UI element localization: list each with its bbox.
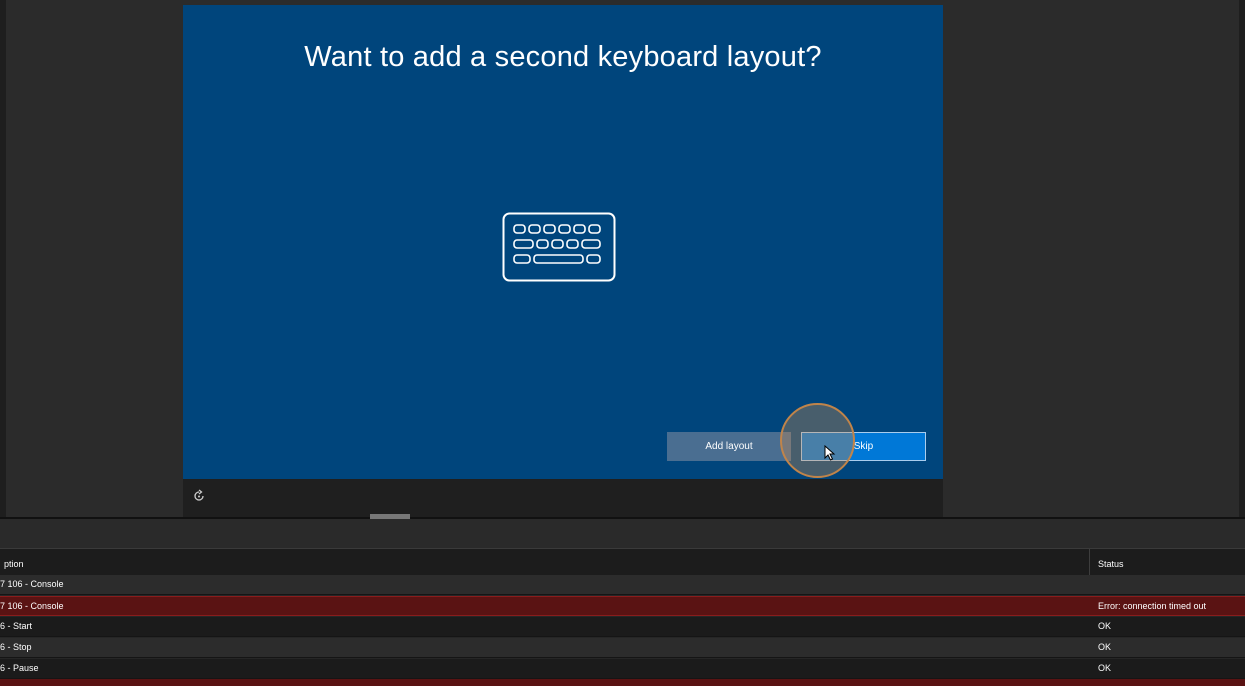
vm-bottom-bar: [183, 479, 943, 517]
left-edge: [0, 0, 6, 518]
vm-console-screen[interactable]: Want to add a second keyboard layout? Ad…: [183, 5, 943, 479]
keyboard-icon: [502, 212, 616, 282]
skip-button[interactable]: Skip: [801, 432, 926, 461]
row-description: 7 106 - Console: [0, 601, 64, 611]
row-description: 7 106 - Console: [0, 579, 64, 589]
mouse-cursor-icon: [824, 445, 836, 461]
table-row[interactable]: 7 106 - Console: [0, 575, 1245, 595]
panel-toolbar: [0, 519, 1245, 548]
table-row[interactable]: 6 - Pause OK: [0, 659, 1245, 679]
table-row[interactable]: 6 - Start OK: [0, 617, 1245, 637]
row-status: Error: connection timed out: [1098, 601, 1207, 611]
vm-viewer-area: Want to add a second keyboard layout? Ad…: [0, 0, 1245, 518]
page-title: Want to add a second keyboard layout?: [304, 41, 822, 73]
column-header-description[interactable]: ption: [4, 559, 24, 569]
row-description: 6 - Stop: [0, 642, 32, 652]
row-description: 6 - Pause: [0, 663, 39, 673]
right-edge: [1239, 0, 1245, 518]
row-status: OK: [1098, 663, 1112, 673]
table-row-error[interactable]: 7 106 - Console Error: connection timed …: [0, 596, 1245, 616]
row-description: 6 - Start: [0, 621, 33, 631]
row-status: OK: [1098, 621, 1112, 631]
task-panel: ption Status 7 106 - Console 7 106 - Con…: [0, 519, 1245, 686]
row-status: OK: [1098, 642, 1112, 652]
column-header-status[interactable]: Status: [1098, 559, 1124, 569]
table-row[interactable]: 6 - Stop OK: [0, 638, 1245, 658]
partial-error-row: [0, 679, 1245, 686]
ease-of-access-icon[interactable]: [192, 489, 206, 503]
add-layout-button[interactable]: Add layout: [667, 432, 791, 461]
